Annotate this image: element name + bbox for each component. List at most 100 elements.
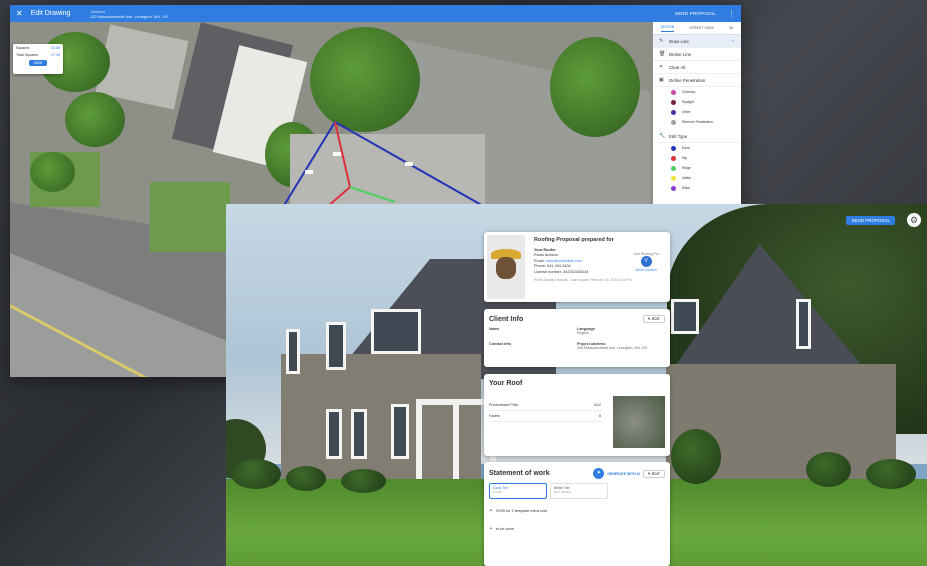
mascot-icon — [496, 257, 516, 279]
type-ridge[interactable]: Ridge — [653, 163, 741, 173]
pitch-label: Predominant Pitch — [489, 403, 519, 407]
tool-clear-all[interactable]: ✕ Clear All — [653, 61, 741, 74]
porch-column — [453, 405, 459, 485]
roof-stats: Predominant Pitch 4/12 Facets 8 — [489, 400, 601, 422]
color-dot — [671, 99, 676, 105]
pitch-row: Predominant Pitch 4/12 — [489, 400, 601, 411]
squares-card: Squares 23.86 Total Squares 27.45 SAVE — [13, 44, 63, 74]
type-rake[interactable]: Rake — [653, 183, 741, 193]
save-button[interactable]: SAVE — [29, 60, 47, 66]
your-roof-card: Your Roof Predominant Pitch 4/12 Facets 8 — [484, 374, 670, 456]
client-info-card: Client Info ✎ EDIT Name Language English … — [484, 309, 670, 367]
sow-bullet: SOW for 2 template extra cost — [484, 508, 670, 514]
contact-label: Contact Info — [489, 342, 512, 346]
type-hip[interactable]: Hip — [653, 153, 741, 163]
color-dot — [671, 89, 676, 95]
rep-name: Vince Dowson — [635, 268, 657, 272]
roofing-pro[interactable]: Your Roofing Pro V Vince Dowson — [628, 252, 664, 272]
card-header: Statement of work ✦ GENERATE WITH AI ✎ ED… — [484, 462, 670, 483]
bush — [671, 429, 721, 484]
option-label: Chimney — [682, 90, 696, 94]
option-label: Rake — [682, 186, 690, 190]
bush — [341, 469, 386, 493]
penetration-other[interactable]: Other — [653, 107, 741, 117]
tab-3d[interactable]: 3D — [729, 26, 734, 30]
tier-sub: NOT SAVED — [554, 490, 572, 494]
proposal-window: SEND PROPOSAL ⚙ Roofing Proposal prepare… — [226, 204, 927, 566]
tool-draw-line[interactable]: ✎ Draw Line ✓ — [653, 35, 741, 48]
tool-label: Clear All — [669, 64, 686, 70]
pencil-icon: ✎ — [659, 38, 664, 44]
option-label: Other — [682, 110, 691, 114]
tab-good-tier[interactable]: Good Tier $ 0.00 — [489, 483, 547, 499]
house-window — [326, 409, 342, 459]
facets-label: Facets — [489, 414, 500, 418]
edit-label: EDIT — [651, 317, 660, 321]
color-dot — [671, 165, 676, 171]
tool-label: Edit Type — [669, 133, 688, 139]
bush — [231, 459, 281, 489]
edit-button[interactable]: ✎ EDIT — [642, 469, 665, 478]
card-header: Your Roof — [484, 374, 670, 391]
tool-delete-line[interactable]: 🗑 Delete Line — [653, 48, 741, 61]
tool-label: Define Penetration — [669, 77, 706, 83]
squares-value: 23.86 — [51, 46, 60, 50]
proposal-title: Roofing Proposal prepared for — [534, 237, 614, 243]
close-icon[interactable]: ✕ — [16, 9, 23, 18]
facets-value: 8 — [599, 414, 601, 418]
card-title: Your Roof — [489, 380, 523, 387]
penetration-remove[interactable]: Remove Penetration — [653, 117, 741, 127]
bush — [866, 459, 916, 489]
gear-icon[interactable]: ⚙ — [907, 213, 921, 227]
clear-icon: ✕ — [659, 64, 664, 70]
house-window — [671, 299, 699, 334]
color-dot — [671, 145, 676, 151]
option-label: Skylight — [682, 100, 694, 104]
tool-label: Delete Line — [669, 51, 692, 57]
send-proposal-button[interactable]: SEND PROPOSAL — [675, 11, 716, 16]
option-label: Hip — [682, 156, 688, 160]
option-label: Valley — [682, 176, 691, 180]
bush — [286, 466, 326, 491]
tier-sub: $ 0.00 — [493, 490, 502, 494]
client-fields: Name Language English Contact Info Projec… — [484, 327, 670, 350]
type-valley[interactable]: Valley — [653, 173, 741, 183]
check-icon: ✓ — [731, 38, 735, 43]
total-squares-label: Total Squares — [16, 53, 38, 57]
more-vert-icon[interactable]: ⋮ — [728, 10, 735, 18]
tab-better-tier[interactable]: Better Tier NOT SAVED — [550, 483, 608, 499]
total-squares-value: 27.45 — [51, 53, 60, 57]
tab-design[interactable]: DESIGN — [660, 25, 675, 32]
wrench-icon: 🔧 — [659, 133, 666, 139]
color-dot — [671, 109, 676, 115]
edit-button[interactable]: ✎ EDIT — [642, 315, 665, 323]
penetration-icon: ▣ — [659, 77, 664, 83]
house-window — [351, 409, 367, 459]
roof-aerial-thumbnail[interactable] — [613, 396, 665, 448]
house-window — [326, 322, 346, 370]
generate-label: GENERATE WITH AI — [607, 471, 640, 476]
editor-topbar: ✕ Edit Drawing Address 112 Massachusetts… — [10, 5, 741, 22]
roofer-email[interactable]: roofs@rooferlink.com — [546, 259, 582, 263]
house-window — [371, 309, 421, 354]
house-window — [391, 404, 409, 459]
card-title: Client Info — [489, 315, 524, 323]
send-proposal-button[interactable]: SEND PROPOSAL — [846, 216, 895, 225]
statement-of-work-card: Statement of work ✦ GENERATE WITH AI ✎ ED… — [484, 462, 670, 566]
tab-street-view[interactable]: STREET VIEW — [689, 26, 713, 30]
name-label: Name — [489, 327, 500, 331]
project-address-value: 346 Massachusetts Ave, Lexington, MA, US — [577, 346, 647, 350]
tier-tabs: Good Tier $ 0.00 Better Tier NOT SAVED — [484, 483, 670, 499]
type-eave[interactable]: Eave — [653, 143, 741, 153]
tool-edit-type[interactable]: 🔧 Edit Type — [653, 130, 741, 143]
tool-define-penetration[interactable]: ▣ Define Penetration — [653, 74, 741, 87]
penetration-chimney[interactable]: Chimney — [653, 87, 741, 97]
color-dot — [671, 155, 676, 161]
editor-title: Edit Drawing — [30, 10, 71, 17]
penetration-skylight[interactable]: Skylight — [653, 97, 741, 107]
generate-ai-button[interactable]: ✦ GENERATE WITH AI — [593, 468, 640, 479]
tool-label: Draw Line — [669, 38, 689, 44]
sow-bullet: to be done — [484, 526, 670, 532]
option-label: Eave — [682, 146, 690, 150]
bush — [806, 452, 851, 487]
